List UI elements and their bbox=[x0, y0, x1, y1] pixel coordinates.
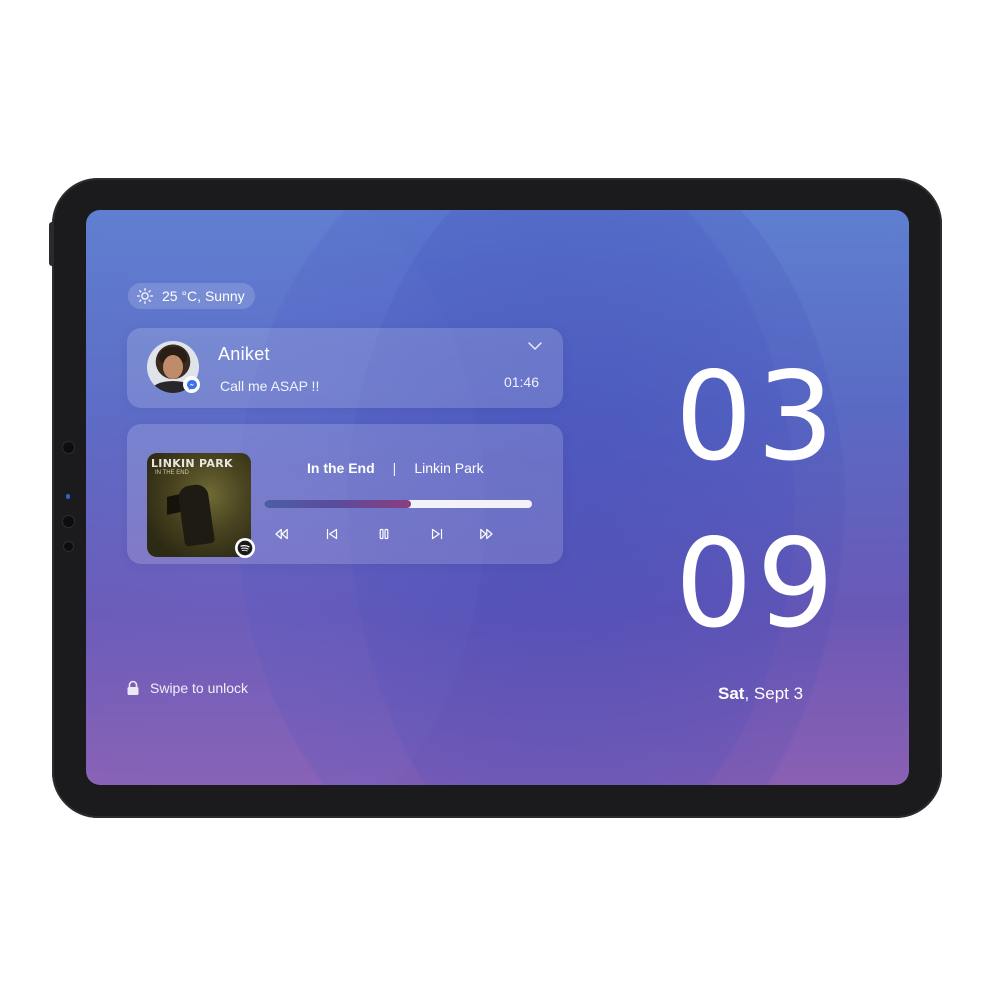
skip-back-icon bbox=[326, 528, 338, 540]
notification-time: 01:46 bbox=[503, 374, 539, 390]
album-art-subtitle: IN THE END bbox=[155, 470, 189, 476]
messenger-icon bbox=[183, 376, 200, 393]
spotify-icon bbox=[235, 538, 255, 558]
clock-minute: 09 bbox=[675, 513, 839, 655]
previous-button[interactable] bbox=[322, 524, 342, 544]
side-button bbox=[49, 222, 54, 266]
track-info: In the End | Linkin Park bbox=[307, 460, 484, 476]
fast-forward-icon bbox=[480, 528, 493, 540]
track-separator: | bbox=[392, 460, 397, 476]
date-rest: , Sept 3 bbox=[744, 684, 804, 703]
date-day: Sat bbox=[718, 684, 745, 703]
notification-sender: Aniket bbox=[218, 344, 270, 364]
album-art-title: LINKIN PARK bbox=[151, 457, 233, 470]
sun-icon bbox=[136, 287, 154, 305]
date-label: Sat , Sept 3 bbox=[718, 684, 803, 704]
lock-icon bbox=[127, 680, 139, 695]
swipe-to-unlock[interactable]: Swipe to unlock bbox=[126, 680, 248, 696]
album-art: LINKIN PARK IN THE END bbox=[147, 453, 251, 557]
rewind-button[interactable] bbox=[272, 524, 292, 544]
sensor-dot bbox=[63, 442, 74, 453]
pause-button[interactable] bbox=[374, 524, 394, 544]
notification-message: Call me ASAP !! bbox=[220, 378, 320, 394]
clock-hour: 03 bbox=[675, 346, 839, 488]
weather-widget[interactable]: 25 °C, Sunny bbox=[128, 283, 255, 309]
weather-label: 25 °C, Sunny bbox=[162, 288, 245, 304]
camera-led bbox=[66, 494, 70, 499]
track-artist: Linkin Park bbox=[414, 460, 484, 476]
camera-lens bbox=[63, 516, 74, 527]
unlock-label: Swipe to unlock bbox=[150, 680, 249, 696]
track-title: In the End bbox=[307, 460, 375, 476]
progress-bar[interactable] bbox=[264, 500, 532, 508]
chevron-down-icon[interactable] bbox=[527, 340, 543, 352]
next-button[interactable] bbox=[427, 524, 447, 544]
playback-controls bbox=[275, 524, 522, 544]
pause-icon bbox=[379, 528, 389, 540]
message-notification[interactable]: Aniket Call me ASAP !! 01:46 bbox=[127, 328, 563, 408]
skip-forward-icon bbox=[431, 528, 443, 540]
music-player: LINKIN PARK IN THE END In the End | Link… bbox=[127, 424, 563, 564]
sensor-dot bbox=[64, 542, 73, 551]
lock-screen: 25 °C, Sunny Aniket Call me ASAP !! 01:4… bbox=[86, 210, 909, 785]
fast-forward-button[interactable] bbox=[476, 524, 496, 544]
progress-fill bbox=[264, 500, 412, 508]
rewind-icon bbox=[275, 528, 288, 540]
